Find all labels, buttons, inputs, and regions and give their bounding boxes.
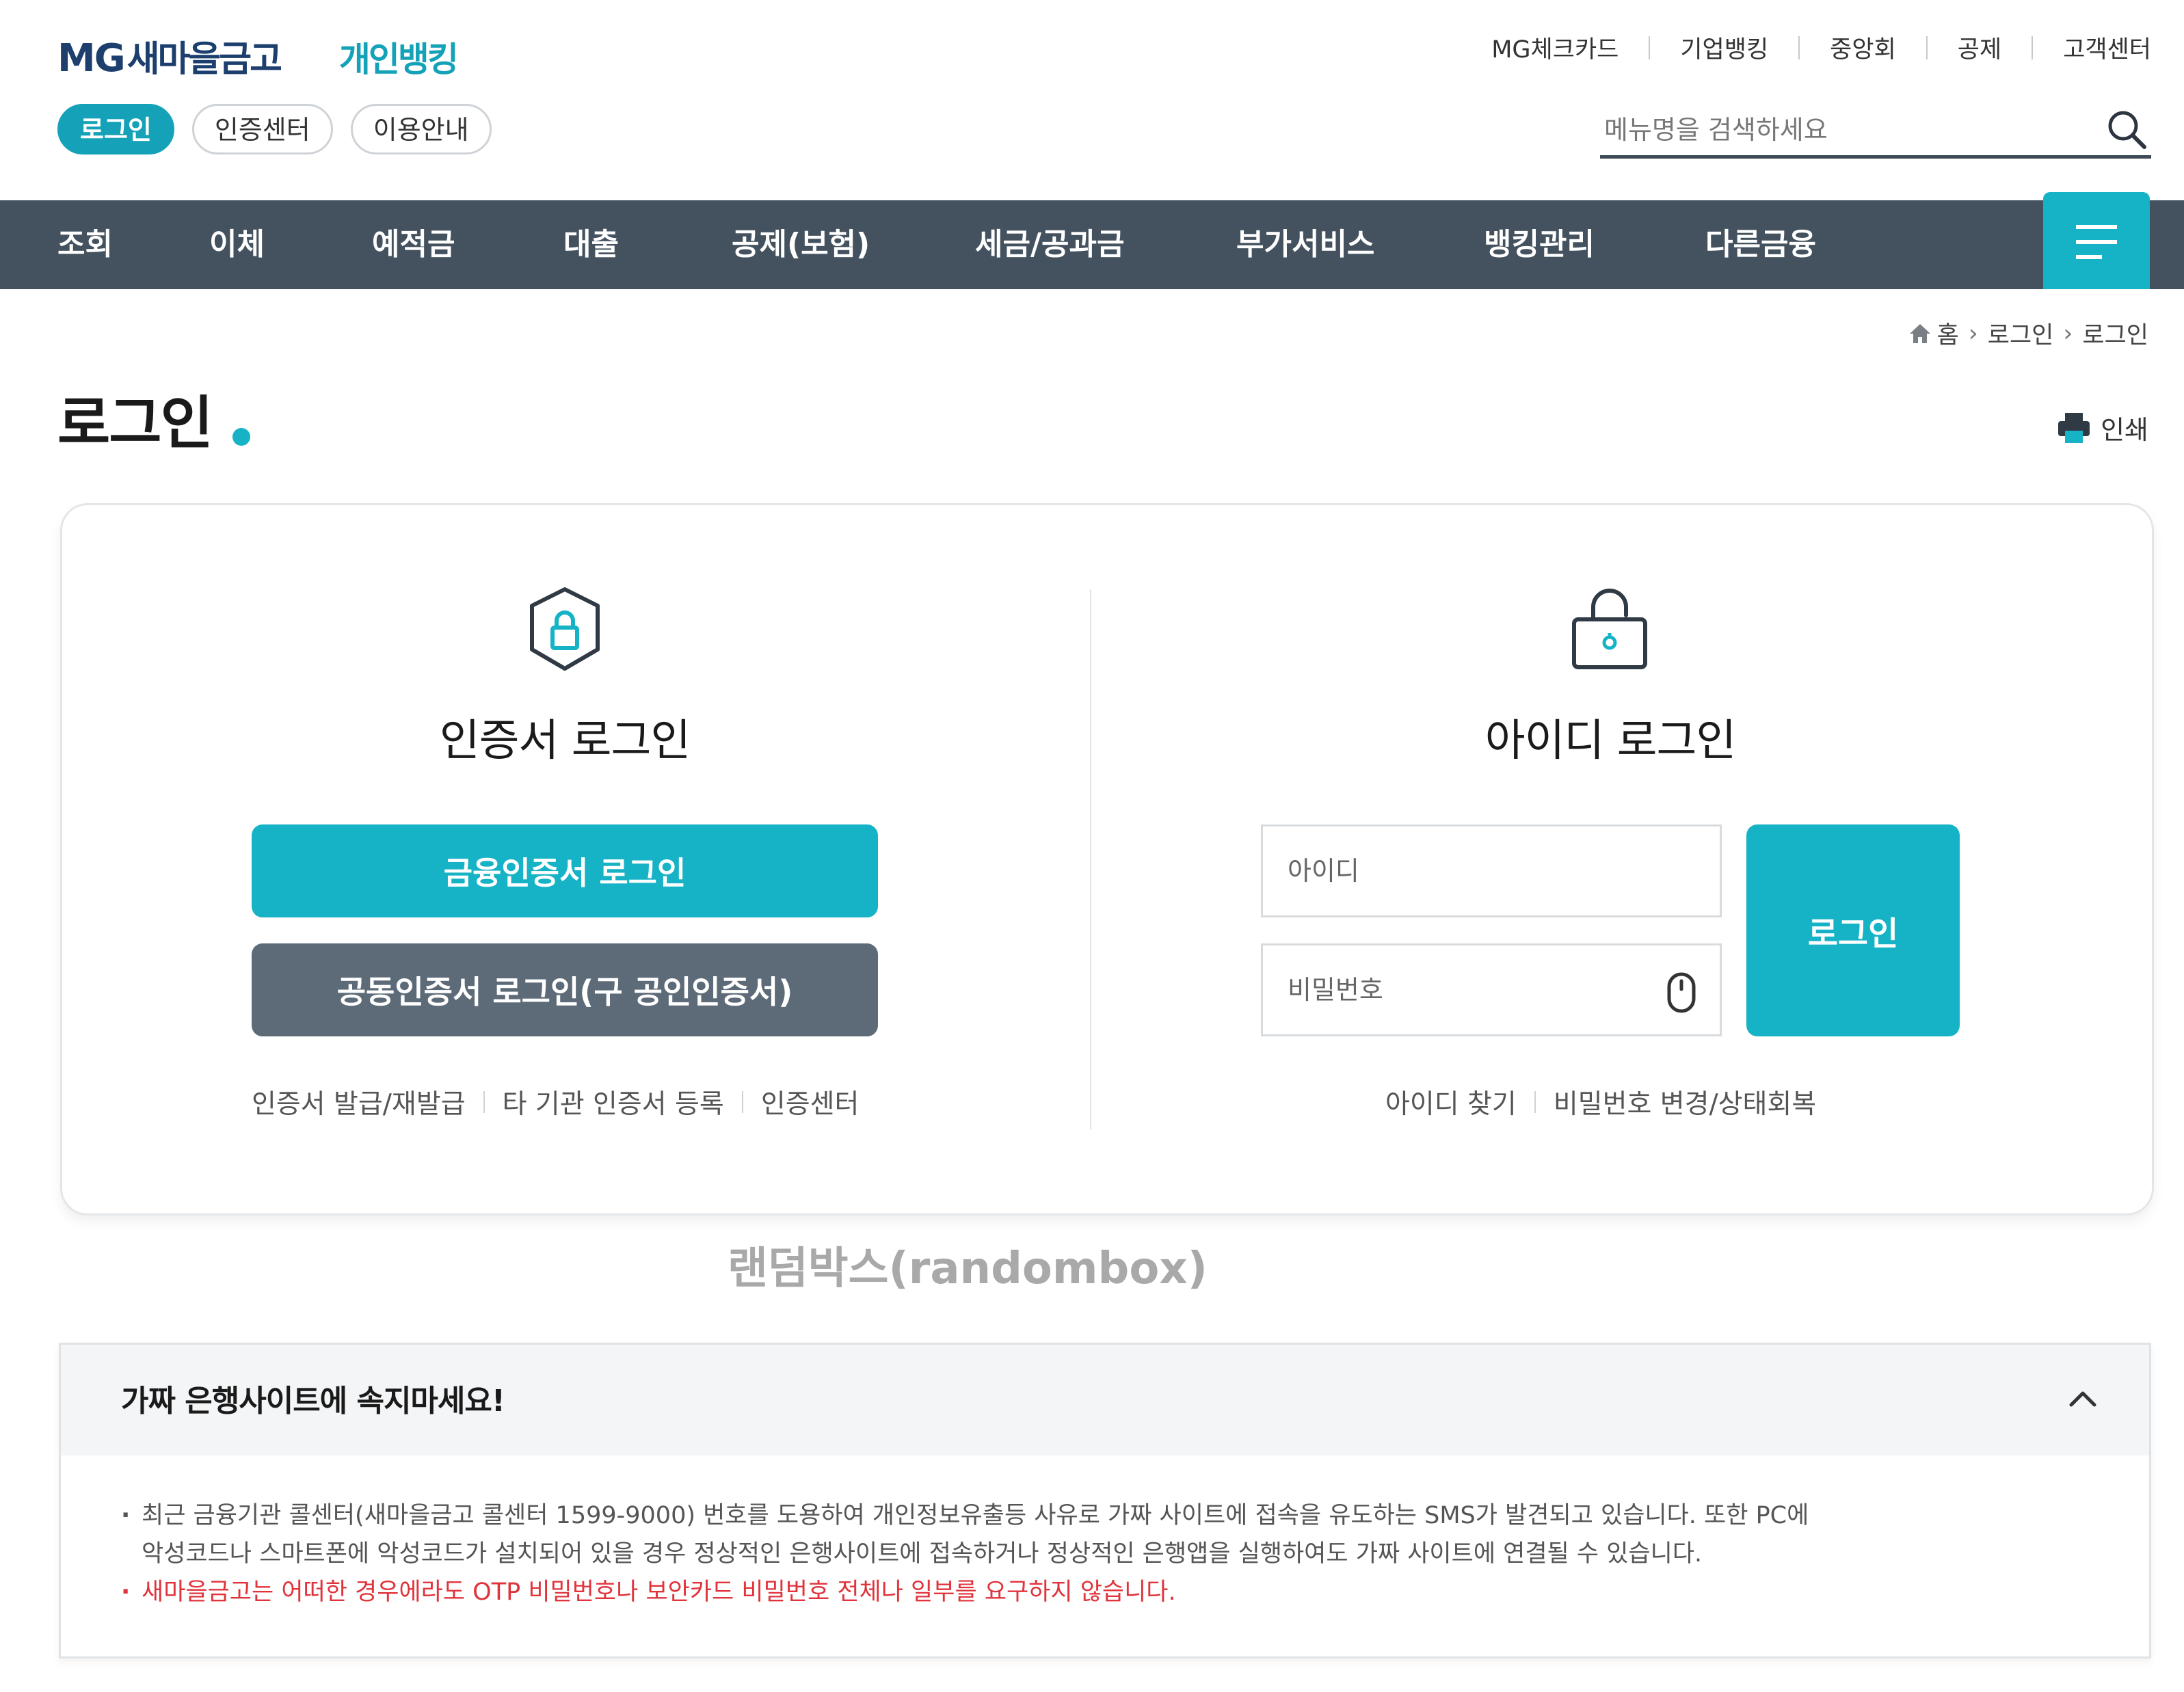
menu-icon-bar bbox=[2076, 255, 2102, 259]
breadcrumb-home[interactable]: 홈 bbox=[1937, 316, 1959, 351]
logo-mg: MG bbox=[57, 36, 126, 81]
print-button[interactable]: 인쇄 bbox=[2057, 409, 2148, 446]
nav-item-inquiry[interactable]: 조회 bbox=[57, 200, 113, 289]
other-cert-register-link[interactable]: 타 기관 인증서 등록 bbox=[503, 1083, 724, 1121]
search-button[interactable] bbox=[2102, 105, 2151, 155]
padlock-open-icon bbox=[1572, 589, 1647, 669]
joint-cert-login-button[interactable]: 공동인증서 로그인(구 공인인증서) bbox=[252, 943, 878, 1036]
auth-center-link[interactable]: 인증센터 bbox=[761, 1083, 860, 1121]
id-field bbox=[1261, 824, 1722, 917]
watermark: 랜덤박스(randombox) bbox=[728, 1244, 1208, 1294]
id-login-button[interactable]: 로그인 bbox=[1746, 824, 1960, 1036]
util-link-insurance[interactable]: 공제 bbox=[1958, 30, 2001, 65]
util-link-check-card[interactable]: MG체크카드 bbox=[1491, 30, 1619, 65]
divider bbox=[1649, 36, 1651, 59]
pill-usage-guide[interactable]: 이용안내 bbox=[350, 104, 492, 155]
menu-search bbox=[1600, 103, 2151, 159]
nav-item-banking-management[interactable]: 뱅킹관리 bbox=[1484, 200, 1595, 289]
nav-item-extra-services[interactable]: 부가서비스 bbox=[1236, 200, 1374, 289]
cert-issue-link[interactable]: 인증서 발급/재발급 bbox=[252, 1083, 466, 1121]
divider bbox=[1090, 589, 1091, 1129]
home-icon[interactable] bbox=[1908, 323, 1932, 345]
password-input[interactable] bbox=[1288, 945, 1670, 1034]
search-icon bbox=[2108, 111, 2146, 149]
chevron-up-icon[interactable] bbox=[2067, 1383, 2099, 1414]
divider bbox=[1926, 36, 1928, 59]
logo-brand: 새마을금고 bbox=[126, 39, 282, 80]
chevron-right-icon: › bbox=[2063, 319, 2073, 347]
id-login-title: 아이디 로그인 bbox=[1484, 716, 1737, 766]
menu-icon-bar bbox=[2076, 240, 2117, 244]
utility-nav: MG체크카드 기업뱅킹 중앙회 공제 고객센터 bbox=[1491, 30, 2151, 65]
divider bbox=[1534, 1091, 1536, 1113]
find-id-link[interactable]: 아이디 찾기 bbox=[1385, 1083, 1517, 1121]
breadcrumb-current: 로그인 bbox=[2082, 322, 2148, 349]
logo[interactable]: MG 새마을금고 개인뱅킹 bbox=[57, 30, 459, 81]
all-menu-button[interactable] bbox=[2043, 192, 2150, 289]
financial-cert-login-button[interactable]: 금융인증서 로그인 bbox=[252, 824, 878, 917]
breadcrumb: 홈 › 로그인 › 로그인 bbox=[1908, 316, 2148, 351]
nav-item-insurance[interactable]: 공제(보험) bbox=[732, 200, 870, 289]
notice-warning: 새마을금고는 어떠한 경우에라도 OTP 비밀번호나 보안카드 비밀번호 전체나… bbox=[121, 1573, 2104, 1611]
header-pill-tabs: 로그인 인증센터 이용안내 bbox=[57, 104, 492, 155]
nav-item-other-finance[interactable]: 다른금융 bbox=[1705, 200, 1816, 289]
print-label: 인쇄 bbox=[2101, 415, 2148, 445]
nav-item-taxes[interactable]: 세금/공과금 bbox=[975, 200, 1124, 289]
breadcrumb-login[interactable]: 로그인 bbox=[1988, 316, 2054, 351]
cert-login-title: 인증서 로그인 bbox=[439, 716, 691, 766]
menu-search-input[interactable] bbox=[1604, 108, 2083, 152]
logo-personal-banking[interactable]: 개인뱅킹 bbox=[339, 32, 459, 81]
notice-item: 최근 금융기관 콜센터(새마을금고 콜센터 1599-9000) 번호를 도용하… bbox=[121, 1496, 2104, 1573]
util-link-central-association[interactable]: 중앙회 bbox=[1830, 30, 1896, 65]
divider bbox=[741, 1091, 743, 1113]
notice-line: 최근 금융기관 콜센터(새마을금고 콜센터 1599-9000) 번호를 도용하… bbox=[142, 1502, 1809, 1529]
pill-login[interactable]: 로그인 bbox=[57, 104, 174, 155]
divider bbox=[483, 1091, 485, 1113]
nav-item-loans[interactable]: 대출 bbox=[563, 200, 619, 289]
shield-lock-icon bbox=[530, 587, 600, 671]
id-links: 아이디 찾기 비밀번호 변경/상태회복 bbox=[1385, 1083, 1816, 1121]
notice-body: 최근 금융기관 콜센터(새마을금고 콜센터 1599-9000) 번호를 도용하… bbox=[121, 1496, 2104, 1611]
divider bbox=[2032, 36, 2034, 59]
chevron-right-icon: › bbox=[1968, 319, 1978, 347]
main-nav: 조회 이체 예적금 대출 공제(보험) 세금/공과금 부가서비스 뱅킹관리 다른… bbox=[0, 192, 2184, 289]
printer-icon bbox=[2058, 412, 2090, 443]
util-link-customer-center[interactable]: 고객센터 bbox=[2063, 30, 2151, 65]
notice-title: 가짜 은행사이트에 속지마세요! bbox=[121, 1384, 505, 1419]
notice-line: 악성코드나 스마트폰에 악성코드가 설치되어 있을 경우 정상적인 은행사이트에… bbox=[142, 1540, 1703, 1568]
notice-header[interactable]: 가짜 은행사이트에 속지마세요! bbox=[61, 1345, 2149, 1455]
nav-item-transfer[interactable]: 이체 bbox=[209, 200, 265, 289]
divider bbox=[1798, 36, 1800, 59]
util-link-corporate-banking[interactable]: 기업뱅킹 bbox=[1680, 30, 1768, 65]
menu-icon bbox=[2076, 225, 2117, 229]
pill-auth-center[interactable]: 인증센터 bbox=[191, 104, 333, 155]
mouse-icon[interactable] bbox=[1666, 971, 1696, 1014]
nav-item-deposits[interactable]: 예적금 bbox=[372, 200, 455, 289]
title-accent-dot bbox=[232, 428, 250, 446]
fake-site-notice: 가짜 은행사이트에 속지마세요! 최근 금융기관 콜센터(새마을금고 콜센터 1… bbox=[59, 1343, 2151, 1659]
id-input[interactable] bbox=[1288, 827, 1670, 915]
cert-links: 인증서 발급/재발급 타 기관 인증서 등록 인증센터 bbox=[252, 1083, 859, 1121]
password-field bbox=[1261, 943, 1722, 1036]
change-password-link[interactable]: 비밀번호 변경/상태회복 bbox=[1554, 1083, 1816, 1121]
page-title: 로그인 bbox=[57, 390, 213, 457]
